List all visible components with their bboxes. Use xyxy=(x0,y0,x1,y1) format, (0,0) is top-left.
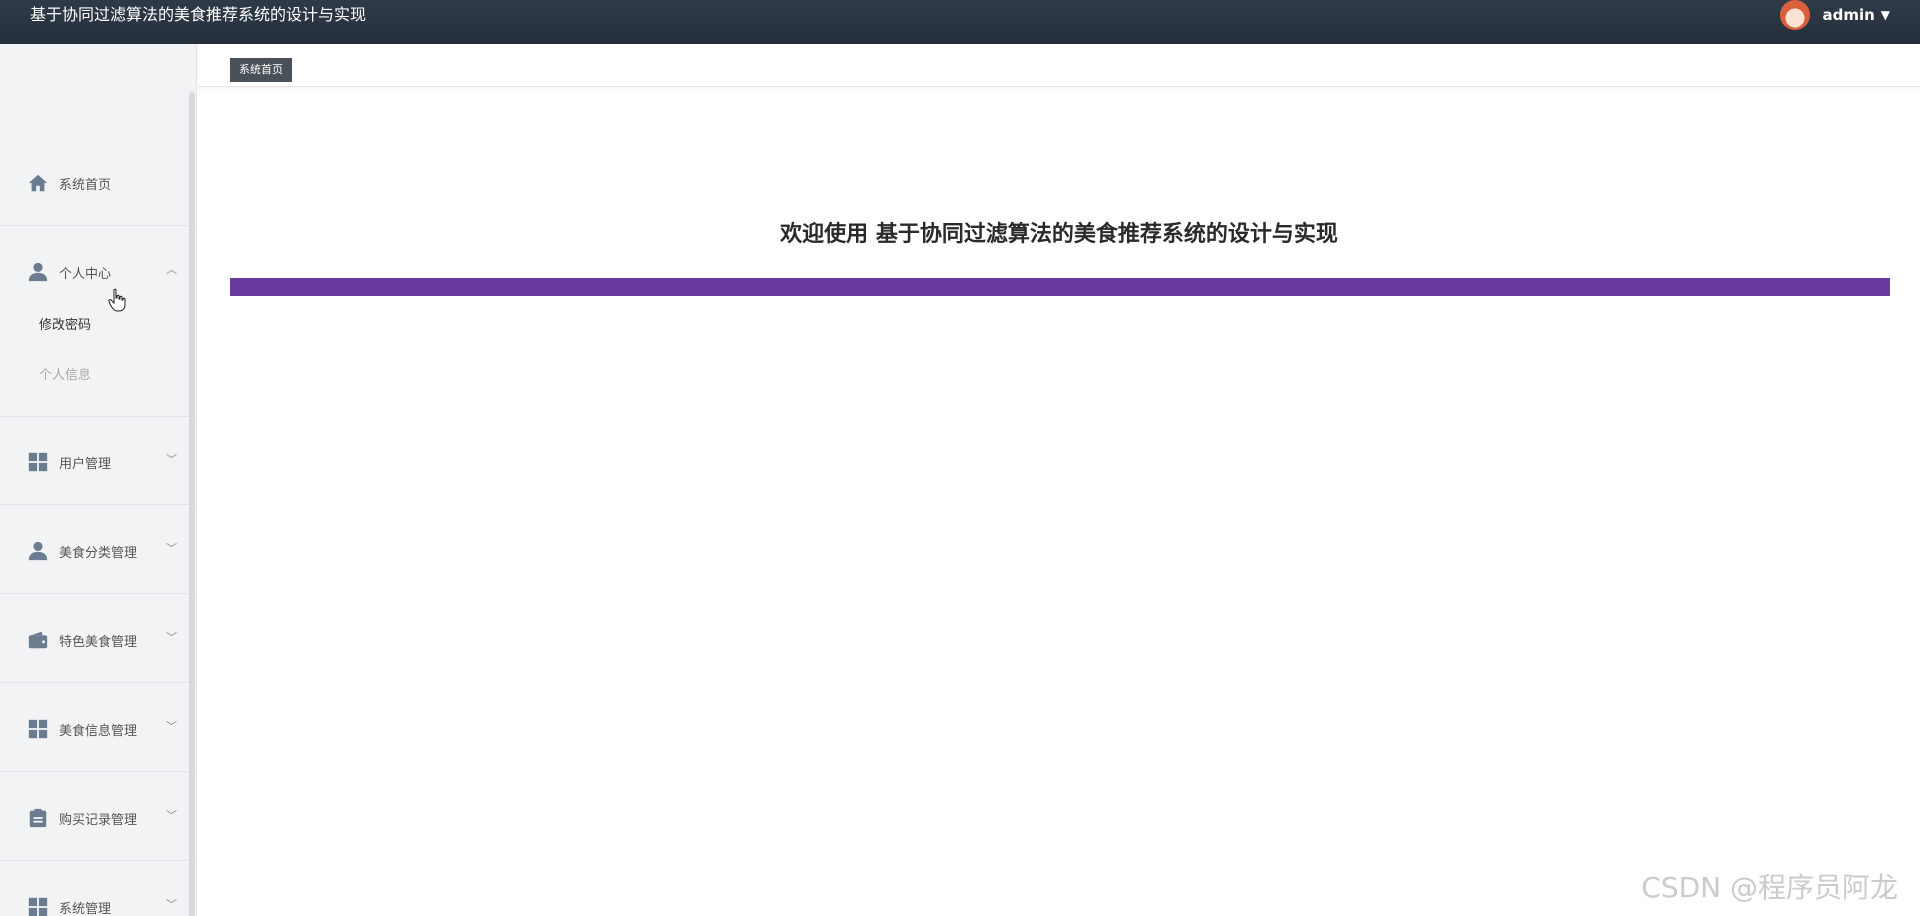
sidebar-item-home[interactable]: 系统首页 xyxy=(0,138,196,226)
sidebar-item-user-management[interactable]: 用户管理 ﹀ xyxy=(0,417,196,505)
home-icon xyxy=(28,174,48,192)
accent-bar xyxy=(230,278,1890,296)
app-title: 基于协同过滤算法的美食推荐系统的设计与实现 xyxy=(30,5,367,24)
grid-icon xyxy=(28,452,48,472)
welcome-title: 欢迎使用 基于协同过滤算法的美食推荐系统的设计与实现 xyxy=(780,222,1338,247)
tab-home[interactable]: 系统首页 xyxy=(230,58,292,82)
chevron-down-icon: ﹀ xyxy=(166,542,177,555)
hand-cursor-icon xyxy=(108,288,126,312)
wallet-icon xyxy=(28,631,48,649)
sidebar-item-system-management[interactable]: 系统管理 ﹀ xyxy=(0,862,196,916)
sidebar-item-food-category[interactable]: 美食分类管理 ﹀ xyxy=(0,506,196,594)
sidebar-item-personal-center[interactable]: 个人中心 ︿ 修改密码 个人信息 xyxy=(0,227,196,417)
watermark: CSDN @程序员阿龙 xyxy=(1641,871,1898,904)
sidebar-item-food-info[interactable]: 美食信息管理 ﹀ xyxy=(0,684,196,772)
sidebar-item-label: 系统首页 xyxy=(59,178,112,193)
sidebar-item-label: 购买记录管理 xyxy=(59,813,138,828)
main-content: 系统首页 欢迎使用 基于协同过滤算法的美食推荐系统的设计与实现 xyxy=(198,44,1920,916)
chevron-down-icon: ﹀ xyxy=(166,898,177,911)
sidebar-scrollbar[interactable] xyxy=(189,92,195,916)
chevron-down-icon: ﹀ xyxy=(166,809,177,822)
sidebar-item-featured-food[interactable]: 特色美食管理 ﹀ xyxy=(0,595,196,683)
sidebar-item-purchase-records[interactable]: 购买记录管理 ﹀ xyxy=(0,773,196,861)
submenu-item-personal-info[interactable]: 个人信息 xyxy=(39,364,91,383)
sidebar-item-label: 美食信息管理 xyxy=(59,724,138,739)
grid-icon xyxy=(28,897,48,916)
user-icon xyxy=(28,262,48,282)
submenu-item-change-password[interactable]: 修改密码 xyxy=(39,314,91,333)
caret-down-icon[interactable]: ▼ xyxy=(1881,8,1890,22)
avatar[interactable] xyxy=(1780,0,1811,30)
sidebar-item-label: 特色美食管理 xyxy=(59,635,138,650)
username[interactable]: admin xyxy=(1822,6,1874,24)
chevron-down-icon: ﹀ xyxy=(166,631,177,644)
sidebar: 系统首页 个人中心 ︿ 修改密码 个人信息 用户管理 ﹀ 美食分类管理 ﹀ 特色… xyxy=(0,44,197,916)
sidebar-item-label: 个人中心 xyxy=(59,267,112,282)
chevron-down-icon: ﹀ xyxy=(166,720,177,733)
sidebar-item-label: 用户管理 xyxy=(59,457,112,472)
user-menu[interactable]: admin ▼ xyxy=(1780,0,1890,30)
clipboard-icon xyxy=(29,808,47,828)
tab-bar: 系统首页 xyxy=(198,44,1920,87)
grid-icon xyxy=(28,719,48,739)
top-bar: 基于协同过滤算法的美食推荐系统的设计与实现 admin ▼ xyxy=(0,0,1920,44)
chevron-down-icon: ﹀ xyxy=(166,453,177,466)
sidebar-item-label: 美食分类管理 xyxy=(59,546,138,561)
chevron-up-icon: ︿ xyxy=(166,263,177,276)
sidebar-item-label: 系统管理 xyxy=(59,902,112,916)
user-icon xyxy=(28,541,48,561)
